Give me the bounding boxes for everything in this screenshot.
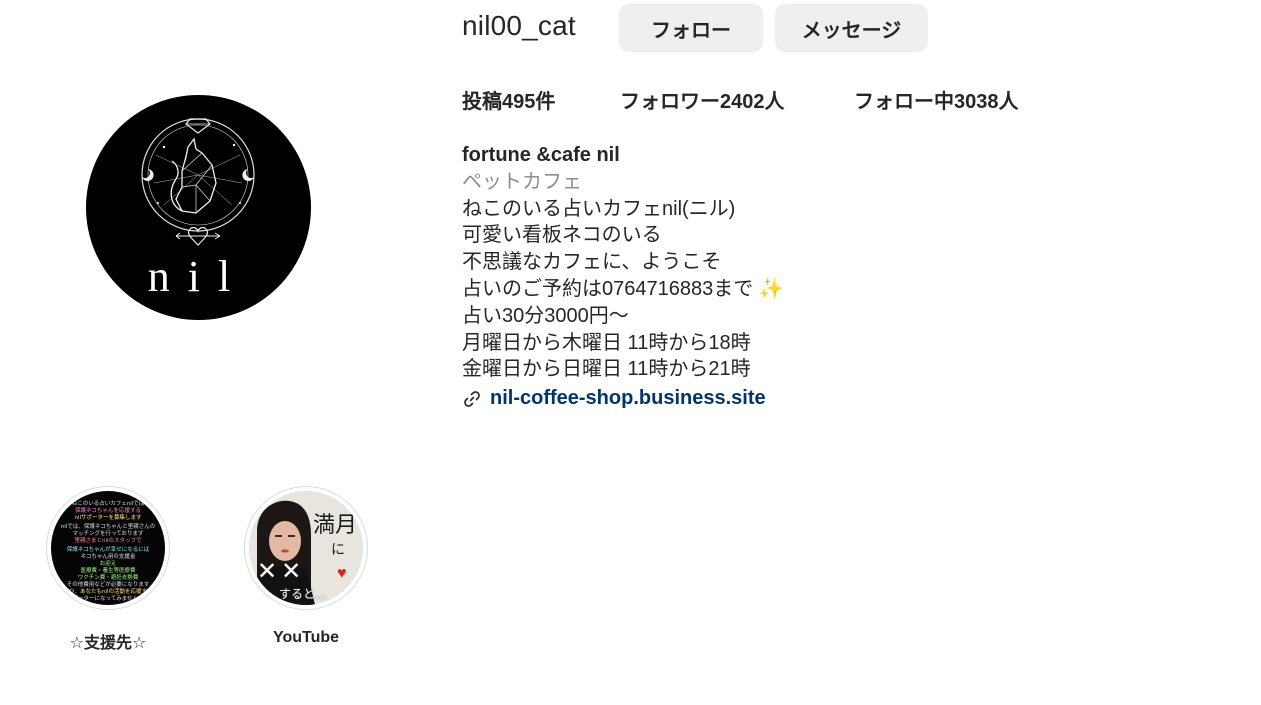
bio-line: 占いのご予約は0764716883まで — [462, 277, 754, 300]
cross-icon: ✕✕ — [257, 558, 306, 585]
profile-bio: fortune &cafe nil ペットカフェ ねこのいる占いカフェnil(ニ… — [462, 142, 784, 412]
bio-line: 月曜日から木曜日 11時から18時 — [462, 331, 751, 354]
link-icon — [464, 390, 480, 407]
bio-link[interactable]: nil-coffee-shop.business.site — [462, 385, 784, 412]
highlight-cover-title: 満月 — [313, 513, 358, 538]
bio-link-text[interactable]: nil-coffee-shop.business.site — [490, 385, 766, 412]
highlight-cover-text: ねこのいる占いカフェnilでは — [71, 501, 145, 507]
highlight-cover-text: 里親さまとnilのスタッフで — [74, 538, 142, 544]
bio-line: 可愛い看板ネコのいる — [462, 224, 662, 247]
highlight-cover-text: 保護ネコちゃんが幸せになるには — [66, 547, 150, 553]
bio-name: fortune &cafe nil — [462, 144, 620, 166]
bio-line-with-sparkle: 占いのご予約は0764716883まで ✨ — [462, 276, 784, 303]
cat-logo-icon: nil — [141, 118, 255, 301]
profile-username: nil00_cat — [462, 10, 576, 41]
highlight-cover-caption: すると… — [279, 587, 328, 601]
highlight-cover-text: 保護ネコちゃんを応援する — [75, 508, 141, 514]
bio-line: 不思議なカフェに、ようこそ — [462, 251, 722, 274]
story-highlight[interactable]: ねこのいる占いカフェnilでは 保護ネコちゃんを応援する nilサポーターを募集… — [46, 486, 170, 653]
profile-avatar[interactable]: nil — [86, 95, 311, 320]
heart-icon: ♥ — [337, 565, 347, 582]
bio-line: 占い30分3000円〜 — [462, 304, 629, 327]
stat-posts: 投稿495件 — [462, 91, 556, 113]
highlight-cover-text: お迎え — [99, 561, 117, 567]
highlight-cover-text: ネコちゃん用の支援金 — [80, 554, 136, 560]
highlight-cover-text: nilサポーターを募集します — [74, 515, 142, 521]
highlight-ring[interactable]: ねこのいる占いカフェnilでは 保護ネコちゃんを応援する nilサポーターを募集… — [46, 486, 170, 610]
bio-line: ねこのいる占いカフェnil(ニル) — [462, 197, 736, 220]
highlight-cover-text: nilでは、保護ネコちゃんと里親さんの — [60, 524, 156, 530]
follow-button[interactable]: フォロー — [619, 4, 763, 52]
avatar-logo-text: nil — [148, 252, 248, 301]
highlight-cover: 満月 に ✕✕ ♥ すると… — [249, 491, 363, 605]
highlight-cover-text: ワクチン費・避妊去勢費 — [77, 575, 139, 581]
sparkle-icon: ✨ — [758, 277, 784, 300]
highlight-cover-text: ぜひ、あなたもnilの活動を応援する — [63, 589, 153, 595]
highlight-label[interactable]: ☆支援先☆ — [46, 629, 170, 653]
stat-following[interactable]: フォロー中3038人 — [854, 85, 1019, 114]
profile-page: nil nil00_cat フォロー メッセージ 投稿495件 フォロワー240… — [0, 0, 1261, 705]
stat-followers[interactable]: フォロワー2402人 — [620, 85, 785, 114]
story-highlight[interactable]: 満月 に ✕✕ ♥ すると… YouTube — [244, 486, 368, 647]
highlight-cover-text: その他費用などが必要になります — [66, 582, 150, 588]
highlight-cover: ねこのいる占いカフェnilでは 保護ネコちゃんを応援する nilサポーターを募集… — [51, 491, 165, 605]
highlight-cover-subtitle: に — [331, 542, 345, 558]
highlight-cover-text: マッチングを行っております — [72, 531, 144, 537]
bio-line: 金曜日から日曜日 11時から21時 — [462, 358, 751, 381]
highlight-cover-text: 医療費・養生等医療費 — [80, 568, 136, 574]
highlight-cover-text: サポーターになってみませんか？ — [66, 596, 150, 602]
highlight-ring[interactable]: 満月 に ✕✕ ♥ すると… — [244, 486, 368, 610]
bio-category[interactable]: ペットカフェ — [462, 169, 784, 196]
message-button[interactable]: メッセージ — [775, 4, 928, 52]
highlight-label[interactable]: YouTube — [244, 629, 368, 647]
